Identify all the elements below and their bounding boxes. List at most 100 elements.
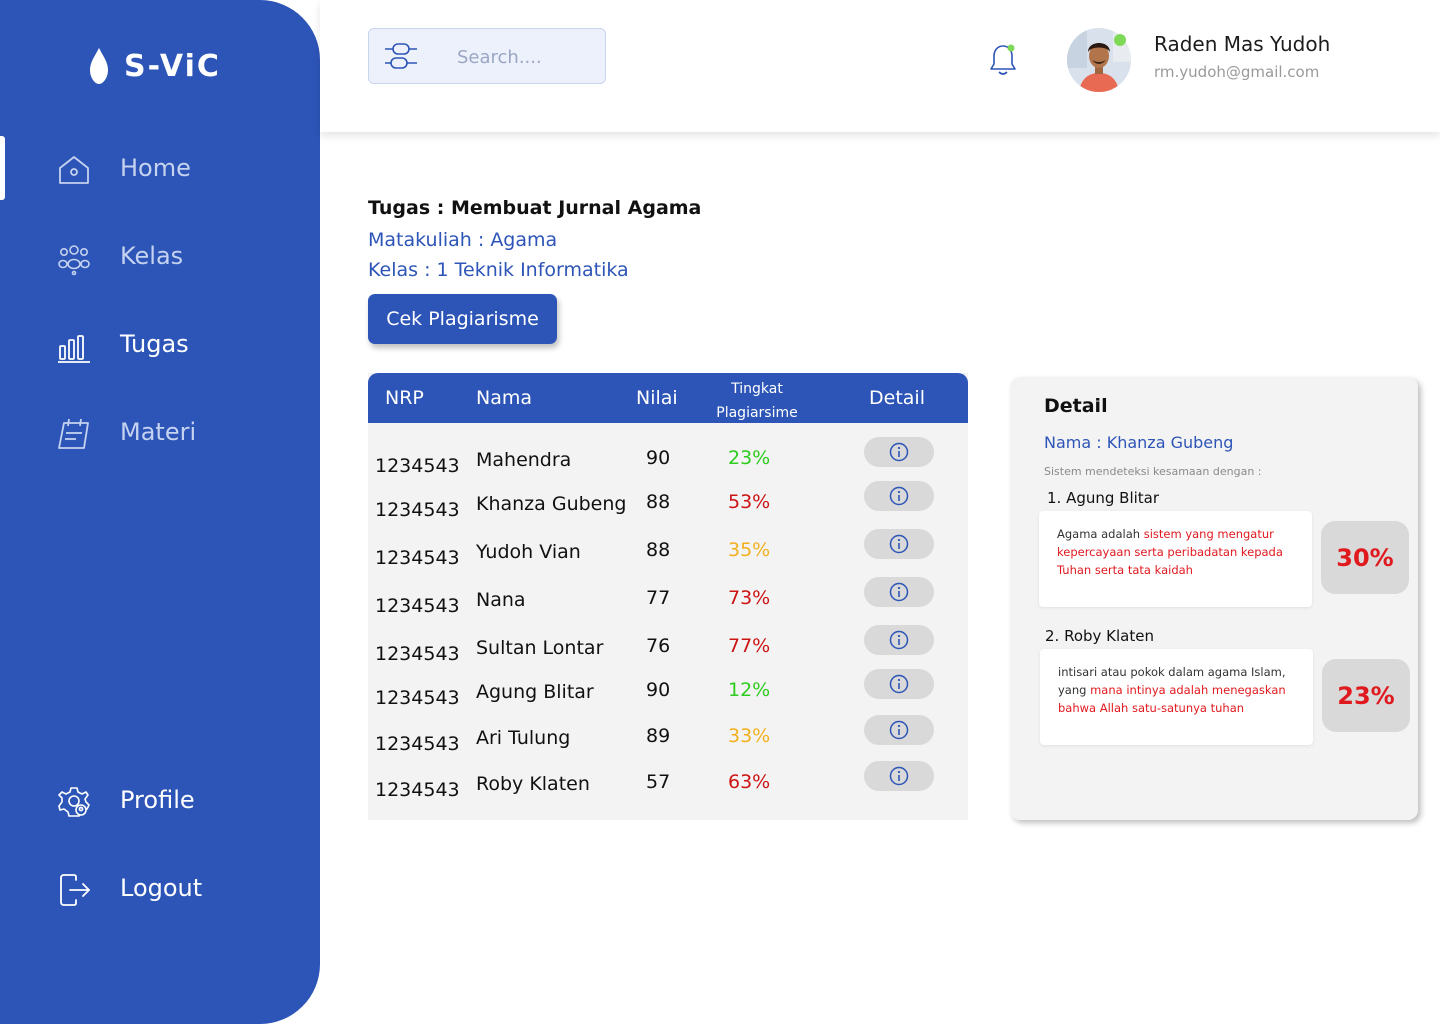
- detail-title: Detail: [1044, 395, 1108, 417]
- cell-plagiarism: 33%: [728, 725, 771, 747]
- cell-nrp: 1234543: [375, 733, 460, 755]
- column-header-tingkat: Tingkat Plagiarsime: [697, 377, 817, 425]
- cell-plagiarism: 35%: [728, 539, 771, 561]
- sidebar-item-label: Materi: [120, 418, 197, 446]
- sidebar-item-label: Home: [120, 154, 191, 182]
- detail-button[interactable]: [864, 761, 934, 791]
- drop-logo-icon: [90, 48, 108, 84]
- sidebar-item-kelas[interactable]: Kelas: [0, 224, 320, 288]
- detail-button[interactable]: [864, 437, 934, 467]
- cell-nilai: 57: [646, 771, 671, 793]
- cell-nilai: 88: [646, 491, 671, 513]
- cell-nama: Mahendra: [476, 449, 572, 471]
- cell-plagiarism: 73%: [728, 587, 771, 609]
- sidebar-item-profile[interactable]: Profile: [0, 768, 320, 832]
- sidebar: S-ViC Home Kelas Tugas Materi Profile Lo…: [0, 0, 320, 1024]
- cell-nama: Nana: [476, 589, 526, 611]
- table-row: 1234543 Ari Tulung 89 33%: [368, 715, 968, 765]
- cell-nrp: 1234543: [375, 455, 460, 477]
- detail-note: Sistem mendeteksi kesamaan dengan :: [1044, 465, 1262, 478]
- table-row: 1234543 Yudoh Vian 88 35%: [368, 529, 968, 579]
- info-icon: [889, 442, 909, 462]
- table-row: 1234543 Agung Blitar 90 12%: [368, 669, 968, 719]
- task-class: Kelas : 1 Teknik Informatika: [368, 259, 629, 281]
- table-row: 1234543 Khanza Gubeng 88 53%: [368, 481, 968, 531]
- match-text-highlight: mana intinya adalah menegaskan bahwa All…: [1058, 683, 1286, 715]
- detail-button[interactable]: [864, 715, 934, 745]
- cell-plagiarism: 12%: [728, 679, 771, 701]
- logo: S-ViC: [88, 48, 221, 84]
- sidebar-item-tugas[interactable]: Tugas: [0, 312, 320, 376]
- cell-nilai: 90: [646, 447, 671, 469]
- bell-icon[interactable]: [988, 42, 1018, 78]
- detail-button[interactable]: [864, 577, 934, 607]
- column-header-nrp: NRP: [385, 387, 424, 409]
- cell-nilai: 89: [646, 725, 671, 747]
- task-course: Matakuliah : Agama: [368, 229, 558, 251]
- users-icon: [58, 245, 90, 276]
- cell-nrp: 1234543: [375, 779, 460, 801]
- match-title: 2. Roby Klaten: [1045, 627, 1154, 645]
- cell-nilai: 77: [646, 587, 671, 609]
- detail-panel: Detail Nama : Khanza Gubeng Sistem mende…: [1010, 377, 1418, 820]
- app-name: S-ViC: [124, 48, 221, 84]
- detail-button[interactable]: [864, 625, 934, 655]
- sidebar-item-home[interactable]: Home: [0, 136, 320, 200]
- logout-icon: [60, 874, 90, 906]
- cell-plagiarism: 63%: [728, 771, 771, 793]
- cell-nrp: 1234543: [375, 687, 460, 709]
- info-icon: [889, 720, 909, 740]
- cell-nama: Yudoh Vian: [476, 541, 581, 563]
- table-header: NRP Nama Nilai Tingkat Plagiarsime Detai…: [368, 373, 968, 423]
- cell-nama: Sultan Lontar: [476, 637, 604, 659]
- cell-nama: Roby Klaten: [476, 773, 590, 795]
- cell-plagiarism: 77%: [728, 635, 771, 657]
- detail-button[interactable]: [864, 529, 934, 559]
- sidebar-item-label: Logout: [120, 874, 203, 902]
- filter-icon: [385, 43, 417, 69]
- column-header-tingkat-line2: Plagiarsime: [716, 405, 798, 421]
- sidebar-item-label: Kelas: [120, 242, 184, 270]
- home-icon: [59, 156, 89, 184]
- sidebar-item-label: Profile: [120, 786, 195, 814]
- sidebar-item-label: Tugas: [120, 330, 189, 358]
- info-icon: [889, 486, 909, 506]
- match-percent: 23%: [1322, 659, 1410, 732]
- info-icon: [889, 582, 909, 602]
- detail-button[interactable]: [864, 481, 934, 511]
- search-input[interactable]: [457, 43, 597, 71]
- user-email: rm.yudoh@gmail.com: [1154, 63, 1320, 81]
- sidebar-item-materi[interactable]: Materi: [0, 400, 320, 464]
- submissions-table: NRP Nama Nilai Tingkat Plagiarsime Detai…: [368, 373, 968, 820]
- info-icon: [889, 534, 909, 554]
- cell-nama: Ari Tulung: [476, 727, 571, 749]
- gear-profile-icon: [58, 787, 90, 817]
- cell-nama: Agung Blitar: [476, 681, 594, 703]
- column-header-nama: Nama: [476, 387, 533, 409]
- detail-student-name: Nama : Khanza Gubeng: [1044, 433, 1234, 452]
- cell-plagiarism: 53%: [728, 491, 771, 513]
- cell-nilai: 88: [646, 539, 671, 561]
- calendar-note-icon: [58, 418, 89, 449]
- search-box[interactable]: [368, 28, 606, 84]
- user-name: Raden Mas Yudoh: [1154, 32, 1331, 56]
- cell-plagiarism: 23%: [728, 447, 771, 469]
- match-text-card: intisari atau pokok dalam agama Islam, y…: [1040, 649, 1313, 745]
- match-text-plain: Agama adalah: [1057, 527, 1144, 541]
- detail-button[interactable]: [864, 669, 934, 699]
- column-header-nilai: Nilai: [636, 387, 678, 409]
- cell-nilai: 76: [646, 635, 671, 657]
- check-plagiarism-button[interactable]: Cek Plagiarisme: [368, 294, 557, 344]
- cell-nrp: 1234543: [375, 595, 460, 617]
- sidebar-item-logout[interactable]: Logout: [0, 856, 320, 920]
- info-icon: [889, 766, 909, 786]
- info-icon: [889, 630, 909, 650]
- top-header: Raden Mas Yudoh rm.yudoh@gmail.com: [320, 0, 1440, 132]
- online-status-dot: [1114, 34, 1126, 46]
- match-percent: 30%: [1321, 521, 1409, 594]
- cell-nrp: 1234543: [375, 499, 460, 521]
- cell-nrp: 1234543: [375, 643, 460, 665]
- cell-nama: Khanza Gubeng: [476, 493, 627, 515]
- column-header-tingkat-line1: Tingkat: [731, 381, 783, 397]
- match-title: 1. Agung Blitar: [1047, 489, 1160, 507]
